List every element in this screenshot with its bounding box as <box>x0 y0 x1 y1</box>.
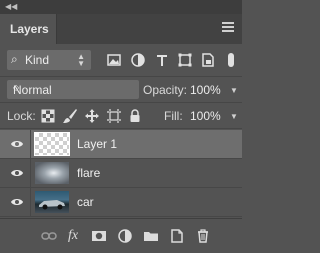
divider <box>30 130 31 158</box>
chevron-down-icon[interactable]: ▼ <box>230 86 238 95</box>
divider <box>30 188 31 216</box>
chevron-updown-icon: ◇ <box>13 83 20 92</box>
smart-object-filter-icon[interactable] <box>200 52 216 68</box>
opacity-label: Opacity: <box>143 83 188 97</box>
panel-menu-icon[interactable] <box>222 22 234 32</box>
layers-footer-toolbar: fx <box>0 218 242 253</box>
search-icon: ⌕ <box>11 52 18 66</box>
eye-icon[interactable] <box>10 139 24 149</box>
layer-thumbnail <box>35 191 69 213</box>
tab-layers-label: Layers <box>10 22 49 36</box>
filter-toggle-switch[interactable] <box>228 53 234 67</box>
layer-mask-icon[interactable] <box>90 227 108 245</box>
filter-kind-select[interactable]: ⌕ Kind ▲ ▼ <box>7 50 91 70</box>
type-filter-icon[interactable] <box>154 52 170 68</box>
adjustment-filter-icon[interactable] <box>130 52 146 68</box>
pixel-filter-icon[interactable] <box>106 52 122 68</box>
filter-kind-label: Kind <box>25 53 50 67</box>
opacity-input[interactable]: 100% <box>190 83 221 97</box>
lock-icon[interactable] <box>127 108 143 124</box>
layers-list: Layer 1 flare car <box>0 130 242 218</box>
layers-panel: ◀◀ Layers ⌕ Kind ▲ ▼ Normal ◇ Opacity: 1… <box>0 0 242 253</box>
divider <box>0 102 242 103</box>
lock-label: Lock: <box>7 109 36 123</box>
divider <box>0 76 242 77</box>
move-arrows-icon[interactable] <box>84 108 100 124</box>
brush-icon[interactable] <box>62 108 78 124</box>
folder-icon[interactable] <box>142 227 160 245</box>
artboard-icon[interactable] <box>106 108 122 124</box>
lock-row: Lock: Fill: 100% ▼ <box>0 104 242 128</box>
divider <box>0 128 242 129</box>
layer-name[interactable]: flare <box>77 166 100 180</box>
chevron-down-icon[interactable]: ▼ <box>230 112 238 121</box>
blend-mode-row: Normal ◇ Opacity: 100% ▼ <box>0 78 242 102</box>
adjustment-layer-icon[interactable] <box>116 227 134 245</box>
link-layers-icon[interactable] <box>40 227 58 245</box>
layer-thumbnail <box>35 162 69 184</box>
trash-icon[interactable] <box>194 227 212 245</box>
collapse-panel-icon[interactable]: ◀◀ <box>5 2 17 12</box>
eye-icon[interactable] <box>10 197 24 207</box>
panel-tab-row: Layers <box>0 14 242 44</box>
divider <box>30 159 31 187</box>
fill-label: Fill: <box>164 109 183 123</box>
tab-layers[interactable]: Layers <box>0 14 57 44</box>
car-thumbnail-image <box>39 200 65 210</box>
panel-top-bar: ◀◀ <box>0 0 242 14</box>
blend-mode-select[interactable]: Normal ◇ <box>7 80 139 99</box>
layer-style-fx-button[interactable]: fx <box>64 227 82 245</box>
eye-icon[interactable] <box>10 168 24 178</box>
layer-name[interactable]: car <box>77 195 94 209</box>
lock-transparency-icon[interactable] <box>40 108 56 124</box>
new-layer-icon[interactable] <box>168 227 186 245</box>
chevron-updown-icon: ▲ ▼ <box>77 52 85 68</box>
fill-input[interactable]: 100% <box>190 109 221 123</box>
layer-row-layer-1[interactable]: Layer 1 <box>0 130 242 159</box>
layer-name[interactable]: Layer 1 <box>77 137 117 151</box>
layer-thumbnail <box>34 132 70 156</box>
layer-row-car[interactable]: car <box>0 188 242 217</box>
layer-filter-row: ⌕ Kind ▲ ▼ <box>0 46 242 74</box>
layer-row-flare[interactable]: flare <box>0 159 242 188</box>
shape-filter-icon[interactable] <box>177 52 193 68</box>
